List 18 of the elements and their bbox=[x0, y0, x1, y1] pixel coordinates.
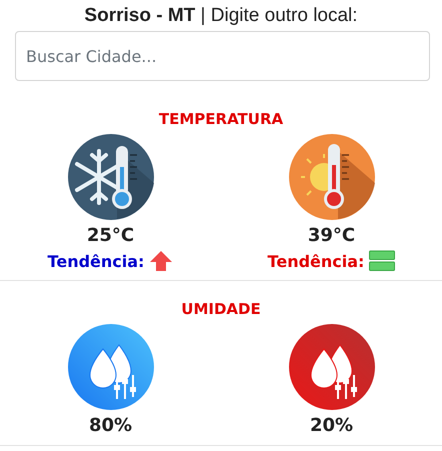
water-drops-icon bbox=[288, 323, 376, 411]
section-title: UMIDADE bbox=[180, 299, 262, 319]
separator: | bbox=[200, 5, 206, 26]
equals-icon bbox=[369, 250, 396, 272]
reading-value: 80% bbox=[88, 415, 132, 437]
reading-value: 39°C bbox=[308, 225, 356, 247]
city-name: Sorriso - MT bbox=[84, 5, 196, 26]
trend-label: Tendência: bbox=[268, 252, 364, 270]
sun-thermometer-icon bbox=[288, 133, 376, 221]
snowflake-thermometer-icon bbox=[66, 133, 154, 221]
section-title: TEMPERATURA bbox=[158, 109, 284, 129]
search-prompt: Digite outro local: bbox=[210, 5, 358, 26]
arrow-up-icon bbox=[149, 250, 174, 272]
trend-label: Tendência: bbox=[48, 252, 144, 270]
water-drops-icon bbox=[66, 323, 154, 411]
city-search-field[interactable]: Buscar Cidade... bbox=[15, 31, 430, 81]
reading-value: 20% bbox=[310, 415, 354, 437]
reading-value: 25°C bbox=[86, 225, 134, 247]
